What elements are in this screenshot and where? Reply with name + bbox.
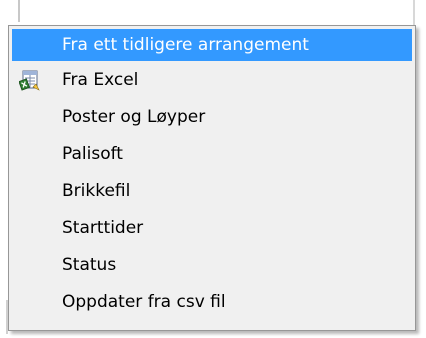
menu-item-label: Palisoft bbox=[62, 144, 123, 164]
menu-item-fra-excel[interactable]: Fra Excel bbox=[12, 64, 412, 96]
menu-item-label: Status bbox=[62, 255, 117, 275]
menu-item-palisoft[interactable]: Palisoft bbox=[12, 138, 412, 170]
menu-item-label: Oppdater fra csv fil bbox=[62, 292, 226, 312]
context-menu: Fra ett tidligere arrangement Fra Excel … bbox=[8, 25, 416, 331]
window-edge-top bbox=[18, 0, 20, 22]
menu-item-brikkefil[interactable]: Brikkefil bbox=[12, 175, 412, 207]
menu-item-poster-og-loyper[interactable]: Poster og Løyper bbox=[12, 101, 412, 133]
menu-item-label: Fra ett tidligere arrangement bbox=[62, 35, 309, 55]
excel-icon bbox=[18, 69, 41, 91]
menu-item-label: Fra Excel bbox=[62, 70, 139, 90]
menu-item-label: Starttider bbox=[62, 218, 144, 238]
menu-item-label: Poster og Løyper bbox=[62, 107, 206, 127]
menu-item-starttider[interactable]: Starttider bbox=[12, 212, 412, 244]
menu-item-oppdater-fra-csv-fil[interactable]: Oppdater fra csv fil bbox=[12, 286, 412, 318]
menu-item-label: Brikkefil bbox=[62, 181, 131, 201]
menu-item-fra-ett-tidligere-arrangement[interactable]: Fra ett tidligere arrangement bbox=[12, 29, 412, 61]
menu-item-status[interactable]: Status bbox=[12, 249, 412, 281]
window-edge-right bbox=[413, 0, 415, 26]
